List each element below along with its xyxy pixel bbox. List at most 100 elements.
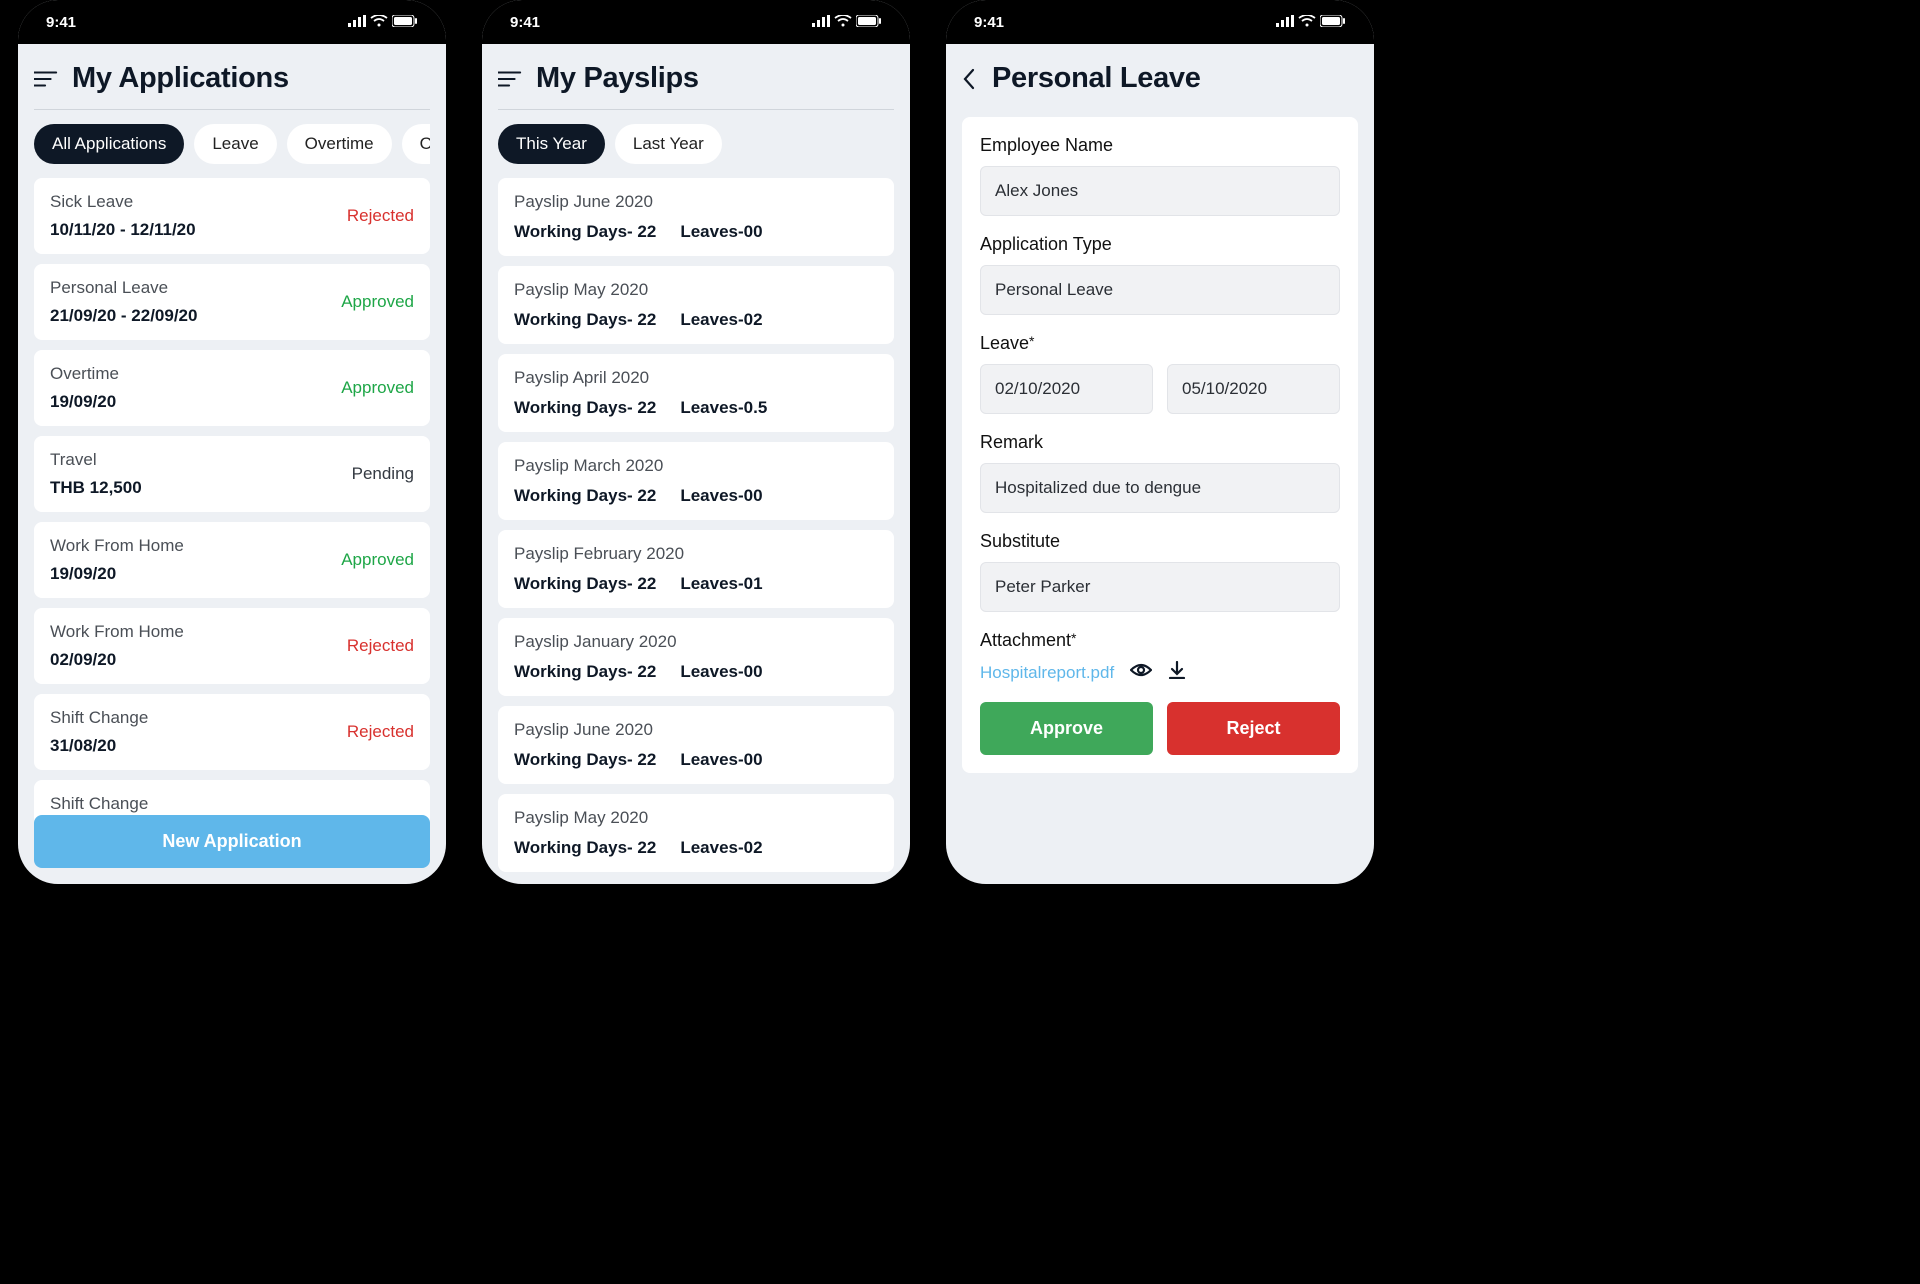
chip-partial[interactable]: O <box>402 124 430 164</box>
payslip-leaves: Leaves-00 <box>680 222 762 242</box>
download-icon[interactable] <box>1168 661 1186 684</box>
battery-icon <box>392 14 418 31</box>
payslip-item[interactable]: Payslip January 2020 Working Days- 22Lea… <box>498 618 894 696</box>
payslip-title: Payslip March 2020 <box>514 456 878 476</box>
status-icons <box>812 14 882 31</box>
payslip-item[interactable]: Payslip May 2020 Working Days- 22Leaves-… <box>498 794 894 872</box>
filter-icon[interactable] <box>34 69 58 89</box>
attachment-link[interactable]: Hospitalreport.pdf <box>980 663 1114 683</box>
status-bar: 9:41 <box>946 0 1374 44</box>
payslip-working-days: Working Days- 22 <box>514 750 656 770</box>
chip-last-year[interactable]: Last Year <box>615 124 722 164</box>
application-item[interactable]: Personal Leave 21/09/20 - 22/09/20 Appro… <box>34 264 430 340</box>
payslip-leaves: Leaves-01 <box>680 574 762 594</box>
leave-from-field[interactable]: 02/10/2020 <box>980 364 1153 414</box>
remark-field[interactable]: Hospitalized due to dengue <box>980 463 1340 513</box>
label-employee-name: Employee Name <box>980 135 1340 156</box>
application-type: Personal Leave <box>50 278 197 298</box>
status-time: 9:41 <box>46 14 76 31</box>
application-type: Work From Home <box>50 536 184 556</box>
application-status: Approved <box>341 378 414 398</box>
label-substitute: Substitute <box>980 531 1340 552</box>
signal-icon <box>812 14 830 31</box>
eye-icon[interactable] <box>1130 662 1152 683</box>
signal-icon <box>348 14 366 31</box>
application-type: Shift Change <box>50 708 148 728</box>
payslip-item[interactable]: Payslip April 2020 Working Days- 22 Leave… <box>498 354 894 432</box>
payslip-leaves: Leaves-00 <box>680 486 762 506</box>
approve-button[interactable]: Approve <box>980 702 1153 755</box>
application-subtitle: THB 12,500 <box>50 478 142 498</box>
payslip-title: Payslip January 2020 <box>514 632 878 652</box>
chip-leave[interactable]: Leave <box>194 124 276 164</box>
back-icon[interactable] <box>962 68 978 90</box>
payslip-title: Payslip April 2020 <box>514 368 878 388</box>
application-item[interactable]: Travel THB 12,500 Pending <box>34 436 430 512</box>
reject-button[interactable]: Reject <box>1167 702 1340 755</box>
payslip-title: Payslip February 2020 <box>514 544 878 564</box>
page-title: My Payslips <box>536 62 699 95</box>
application-status: Rejected <box>347 722 414 742</box>
application-status: Approved <box>341 292 414 312</box>
battery-icon <box>856 14 882 31</box>
application-subtitle: 21/09/20 - 22/09/20 <box>50 306 197 326</box>
payslip-item[interactable]: Payslip June 2020 Working Days- 22Leaves… <box>498 178 894 256</box>
status-bar: 9:41 <box>18 0 446 44</box>
application-subtitle: 31/08/20 <box>50 736 148 756</box>
application-item[interactable]: Shift Change 31/08/20 Rejected <box>34 694 430 770</box>
page-title: My Applications <box>72 62 289 95</box>
status-time: 9:41 <box>510 14 540 31</box>
application-subtitle: 10/11/20 - 12/11/20 <box>50 220 196 240</box>
filter-chips: All Applications Leave Overtime O <box>34 124 430 164</box>
battery-icon <box>1320 14 1346 31</box>
payslip-leaves: Leaves-0.5 <box>680 398 767 418</box>
screen-personal-leave-detail: 9:41 Personal Leave Employee Name Alex J… <box>946 0 1374 884</box>
payslip-item[interactable]: Payslip May 2020 Working Days- 22Leaves-… <box>498 266 894 344</box>
leave-to-field[interactable]: 05/10/2020 <box>1167 364 1340 414</box>
status-icons <box>1276 14 1346 31</box>
application-status: Rejected <box>347 206 414 226</box>
payslip-item[interactable]: Payslip February 2020 Working Days- 22Le… <box>498 530 894 608</box>
page-header: My Payslips <box>498 56 894 110</box>
application-subtitle: 19/09/20 <box>50 392 119 412</box>
application-type: Work From Home <box>50 622 184 642</box>
application-status: Rejected <box>347 636 414 656</box>
payslip-title: Payslip June 2020 <box>514 720 878 740</box>
application-item[interactable]: Sick Leave 10/11/20 - 12/11/20 Rejected <box>34 178 430 254</box>
chip-all-applications[interactable]: All Applications <box>34 124 184 164</box>
payslip-working-days: Working Days- 22 <box>514 662 656 682</box>
application-item[interactable]: Work From Home 19/09/20 Approved <box>34 522 430 598</box>
payslip-leaves: Leaves-02 <box>680 310 762 330</box>
payslip-title: Payslip May 2020 <box>514 808 878 828</box>
status-icons <box>348 14 418 31</box>
application-item[interactable]: Work From Home 02/09/20 Rejected <box>34 608 430 684</box>
signal-icon <box>1276 14 1294 31</box>
wifi-icon <box>370 14 388 31</box>
chip-overtime[interactable]: Overtime <box>287 124 392 164</box>
application-type: Sick Leave <box>50 192 196 212</box>
employee-name-field[interactable]: Alex Jones <box>980 166 1340 216</box>
page-header: Personal Leave <box>962 56 1358 109</box>
screen-my-payslips: 9:41 My Payslips This Year Last Year Pay… <box>482 0 910 884</box>
filter-icon[interactable] <box>498 69 522 89</box>
payslip-working-days: Working Days- 22 <box>514 310 656 330</box>
filter-chips: This Year Last Year <box>498 124 894 164</box>
payslip-title: Payslip June 2020 <box>514 192 878 212</box>
form-card: Employee Name Alex Jones Application Typ… <box>962 117 1358 773</box>
chip-this-year[interactable]: This Year <box>498 124 605 164</box>
payslip-working-days: Working Days- 22 <box>514 398 656 418</box>
label-attachment: Attachment <box>980 630 1340 651</box>
application-type: Shift Change <box>50 794 148 814</box>
payslip-item[interactable]: Payslip June 2020 Working Days- 22 Leaves… <box>498 706 894 784</box>
wifi-icon <box>834 14 852 31</box>
application-subtitle: 19/09/20 <box>50 564 184 584</box>
substitute-field[interactable]: Peter Parker <box>980 562 1340 612</box>
application-type-field[interactable]: Personal Leave <box>980 265 1340 315</box>
new-application-button[interactable]: New Application <box>34 815 430 868</box>
application-type: Travel <box>50 450 142 470</box>
payslip-item[interactable]: Payslip March 2020 Working Days- 22Leave… <box>498 442 894 520</box>
payslip-working-days: Working Days- 22 <box>514 838 656 858</box>
status-time: 9:41 <box>974 14 1004 31</box>
payslip-leaves: Leaves-00 <box>680 750 762 770</box>
application-item[interactable]: Overtime 19/09/20 Approved <box>34 350 430 426</box>
